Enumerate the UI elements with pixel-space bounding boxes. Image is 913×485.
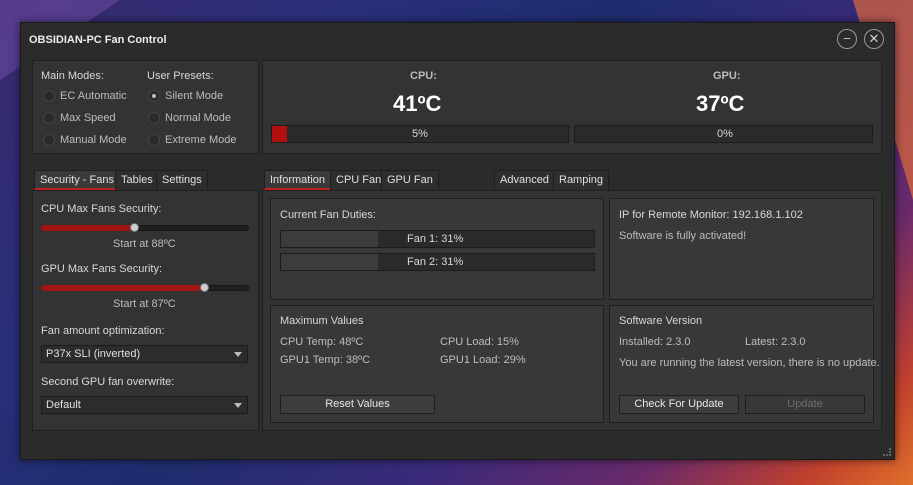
radio-max-speed[interactable] [43, 112, 55, 124]
fan-duties-box: Current Fan Duties: Fan 1: 31% Fan 2: 31… [270, 198, 604, 300]
update-button[interactable]: Update [745, 395, 865, 414]
cpu-temp-bar: 5% [271, 125, 569, 143]
cpu-temp-label: CPU: [410, 70, 437, 82]
second-gpu-label: Second GPU fan overwrite: [41, 376, 175, 388]
gpu-security-slider[interactable] [41, 283, 249, 292]
window-title: OBSIDIAN-PC Fan Control [29, 34, 167, 46]
radio-silent-mode[interactable] [148, 90, 160, 102]
security-panel: CPU Max Fans Security: Start at 88ºC GPU… [32, 190, 259, 431]
update-status: You are running the latest version, ther… [619, 357, 880, 369]
cpu-security-slider-knob[interactable] [130, 223, 139, 232]
gpu-temp-bar: 0% [574, 125, 873, 143]
gpu-temp-value: 37ºC [696, 91, 745, 116]
gpu-temp-bar-text: 0% [717, 128, 733, 140]
maximum-values-label: Maximum Values [280, 315, 364, 327]
gpu-security-slider-knob[interactable] [200, 283, 209, 292]
installed-version: Installed: 2.3.0 [619, 336, 691, 348]
radio-label: Extreme Mode [165, 134, 237, 146]
software-version-box: Software Version Installed: 2.3.0 Latest… [609, 305, 880, 423]
fan2-bar: Fan 2: 31% [280, 253, 595, 271]
tab-ramping[interactable]: Ramping [553, 170, 610, 190]
minimize-button[interactable]: − [837, 29, 857, 49]
radio-extreme-mode[interactable] [148, 134, 160, 146]
check-update-button[interactable]: Check For Update [619, 395, 739, 414]
gpu-security-label: GPU Max Fans Security: [41, 263, 163, 275]
tab-tables[interactable]: Tables [115, 170, 159, 190]
cpu-temp-bar-fill [272, 126, 287, 142]
tab-security-fans[interactable]: Security - Fans [34, 170, 120, 190]
max-gpu-load: GPU1 Load: 29% [440, 354, 526, 366]
second-gpu-select[interactable]: Default [41, 396, 248, 414]
max-cpu-load: CPU Load: 15% [440, 336, 519, 348]
chevron-down-icon [234, 403, 242, 408]
fan-duties-label: Current Fan Duties: [280, 209, 376, 221]
software-version-label: Software Version [619, 315, 703, 327]
cpu-security-start: Start at 88ºC [113, 238, 176, 250]
gpu-temp-label: GPU: [713, 70, 741, 82]
gpu-security-start: Start at 87ºC [113, 298, 176, 310]
temps-panel: CPU: 41ºC 5% GPU: 37ºC 0% [262, 60, 882, 154]
modes-panel: Main Modes: User Presets: EC Automatic M… [32, 60, 259, 154]
resize-grip-icon[interactable] [883, 448, 891, 456]
chevron-down-icon [234, 352, 242, 357]
max-cpu-temp: CPU Temp: 48ºC [280, 336, 364, 348]
second-gpu-value: Default [46, 399, 81, 411]
cpu-temp-bar-text: 5% [412, 128, 428, 140]
radio-label: Silent Mode [165, 90, 224, 102]
remote-ip-text: IP for Remote Monitor: 192.168.1.102 [619, 209, 803, 221]
tab-settings[interactable]: Settings [156, 170, 208, 190]
tab-information[interactable]: Information [264, 170, 332, 190]
titlebar: OBSIDIAN-PC Fan Control − ✕ [21, 23, 894, 57]
max-gpu-temp: GPU1 Temp: 38ºC [280, 354, 371, 366]
fan1-bar-fill [281, 231, 378, 247]
information-panel: Current Fan Duties: Fan 1: 31% Fan 2: 31… [262, 190, 882, 431]
tab-cpu-fan[interactable]: CPU Fan [330, 170, 388, 190]
radio-label: EC Automatic [60, 90, 127, 102]
radio-ec-automatic[interactable] [43, 90, 55, 102]
radio-normal-mode[interactable] [148, 112, 160, 124]
user-presets-label: User Presets: [147, 70, 214, 82]
radio-manual-mode[interactable] [43, 134, 55, 146]
latest-version: Latest: 2.3.0 [745, 336, 806, 348]
close-button[interactable]: ✕ [864, 29, 884, 49]
radio-label: Manual Mode [60, 134, 127, 146]
fan-optimization-select[interactable]: P37x SLI (inverted) [41, 345, 248, 363]
activation-status: Software is fully activated! [619, 230, 747, 242]
tab-gpu-fan[interactable]: GPU Fan [381, 170, 439, 190]
tab-advanced[interactable]: Advanced [494, 170, 555, 190]
fan-optimization-value: P37x SLI (inverted) [46, 348, 141, 360]
cpu-security-label: CPU Max Fans Security: [41, 203, 162, 215]
radio-label: Normal Mode [165, 112, 232, 124]
reset-values-button[interactable]: Reset Values [280, 395, 435, 414]
radio-label: Max Speed [60, 112, 116, 124]
fan1-text: Fan 1: 31% [407, 233, 464, 245]
maximum-values-box: Maximum Values CPU Temp: 48ºC CPU Load: … [270, 305, 604, 423]
cpu-security-slider-fill [41, 225, 134, 231]
cpu-security-slider[interactable] [41, 223, 249, 232]
fan1-bar: Fan 1: 31% [280, 230, 595, 248]
app-window: OBSIDIAN-PC Fan Control − ✕ Main Modes: … [20, 22, 895, 460]
fan2-bar-fill [281, 254, 378, 270]
remote-monitor-box: IP for Remote Monitor: 192.168.1.102 Sof… [609, 198, 874, 300]
cpu-temp-value: 41ºC [393, 91, 442, 116]
fan-optimization-label: Fan amount optimization: [41, 325, 165, 337]
fan2-text: Fan 2: 31% [407, 256, 464, 268]
main-modes-label: Main Modes: [41, 70, 104, 82]
gpu-security-slider-fill [41, 285, 204, 291]
